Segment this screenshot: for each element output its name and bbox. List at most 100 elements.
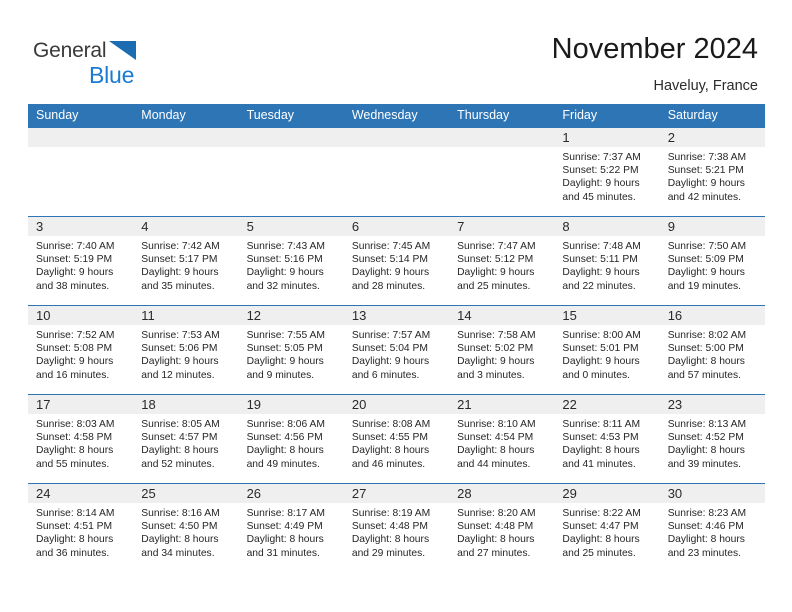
sunset-time: Sunset: 5:11 PM [562,254,638,266]
calendar-day-cell[interactable]: 25 Sunrise: 8:16 AM Sunset: 4:50 PM Dayligh… [133,483,239,573]
daylight-duration-line2: and 35 minutes. [141,280,215,292]
day-number: 17 [28,395,134,414]
sunrise-time: Sunrise: 8:06 AM [246,419,325,430]
daylight-duration-line1: Daylight: 9 hours [667,267,745,279]
day-details: Sunrise: 7:47 AM Sunset: 5:12 PM Daylight:… [449,236,554,293]
day-details: Sunrise: 8:20 AM Sunset: 4:48 PM Daylight:… [449,503,554,560]
day-box: 27 Sunrise: 8:19 AM Sunset: 4:48 PM Dayligh… [343,484,450,572]
brand-logo[interactable]: General Blue [33,38,253,90]
daylight-duration-line1: Daylight: 8 hours [667,445,745,457]
calendar-day-cell[interactable]: 16 Sunrise: 8:02 AM Sunset: 5:00 PM Dayligh… [659,305,765,395]
day-number: 23 [659,395,765,414]
day-number: 19 [238,395,344,414]
calendar-day-cell[interactable]: 30 Sunrise: 8:23 AM Sunset: 4:46 PM Dayligh… [659,483,765,573]
calendar-day-cell[interactable]: 6 Sunrise: 7:45 AM Sunset: 5:14 PM Daylight… [343,216,450,306]
calendar-day-cell-empty [28,127,134,217]
calendar-day-cell[interactable]: 18 Sunrise: 8:05 AM Sunset: 4:57 PM Dayligh… [133,394,239,484]
page-title: November 2024 [551,33,758,65]
day-box: 3 Sunrise: 7:40 AM Sunset: 5:19 PM Daylight… [28,217,134,305]
day-box: 2 Sunrise: 7:38 AM Sunset: 5:21 PM Daylight… [659,128,765,216]
calendar-day-cell[interactable]: 27 Sunrise: 8:19 AM Sunset: 4:48 PM Dayligh… [343,483,450,573]
daylight-duration-line1: Daylight: 8 hours [351,445,430,457]
day-box: 14 Sunrise: 7:58 AM Sunset: 5:02 PM Dayligh… [449,306,555,394]
day-details: Sunrise: 8:13 AM Sunset: 4:52 PM Daylight:… [660,414,765,471]
daylight-duration-line2: and 25 minutes. [457,280,531,292]
day-details: Sunrise: 7:53 AM Sunset: 5:06 PM Daylight:… [133,325,238,382]
daylight-duration-line1: Daylight: 9 hours [141,356,219,368]
calendar-day-cell[interactable]: 1 Sunrise: 7:37 AM Sunset: 5:22 PM Daylight… [554,127,660,217]
day-details: Sunrise: 7:45 AM Sunset: 5:14 PM Daylight:… [344,236,449,293]
day-box: 1 Sunrise: 7:37 AM Sunset: 5:22 PM Daylight… [554,128,660,216]
day-number: 15 [554,306,660,325]
calendar-day-cell[interactable]: 17 Sunrise: 8:03 AM Sunset: 4:58 PM Dayligh… [28,394,134,484]
sunset-time: Sunset: 4:51 PM [36,521,113,533]
daylight-duration-line2: and 25 minutes. [562,547,636,559]
sunset-time: Sunset: 5:06 PM [141,343,218,355]
daylight-duration-line1: Daylight: 8 hours [36,445,114,457]
calendar-day-cell[interactable]: 21 Sunrise: 8:10 AM Sunset: 4:54 PM Dayligh… [449,394,555,484]
sunrise-time: Sunrise: 8:13 AM [667,419,747,430]
calendar-day-cell[interactable]: 19 Sunrise: 8:06 AM Sunset: 4:56 PM Dayligh… [238,394,344,484]
day-box: 9 Sunrise: 7:50 AM Sunset: 5:09 PM Daylight… [659,217,765,305]
day-number: 13 [343,306,450,325]
daylight-duration-line2: and 28 minutes. [351,280,426,292]
daylight-duration-line1: Daylight: 8 hours [562,445,640,457]
calendar-day-cell[interactable]: 23 Sunrise: 8:13 AM Sunset: 4:52 PM Dayligh… [659,394,765,484]
calendar-day-cell[interactable]: 11 Sunrise: 7:53 AM Sunset: 5:06 PM Dayligh… [133,305,239,395]
sunrise-time: Sunrise: 8:02 AM [667,330,747,341]
calendar-day-cell[interactable]: 28 Sunrise: 8:20 AM Sunset: 4:48 PM Dayligh… [449,483,555,573]
sunrise-time: Sunrise: 7:37 AM [562,152,641,163]
day-details: Sunrise: 7:48 AM Sunset: 5:11 PM Daylight:… [554,236,659,293]
calendar-day-cell[interactable]: 24 Sunrise: 8:14 AM Sunset: 4:51 PM Dayligh… [28,483,134,573]
daylight-duration-line2: and 42 minutes. [667,191,741,203]
day-details: Sunrise: 7:43 AM Sunset: 5:16 PM Daylight:… [239,236,344,293]
calendar-day-cell[interactable]: 3 Sunrise: 7:40 AM Sunset: 5:19 PM Daylight… [28,216,134,306]
day-number: 21 [449,395,555,414]
sunset-time: Sunset: 5:22 PM [562,165,639,177]
calendar-day-cell[interactable]: 15 Sunrise: 8:00 AM Sunset: 5:01 PM Dayligh… [554,305,660,395]
daylight-duration-line2: and 9 minutes. [246,369,315,381]
daylight-duration-line2: and 57 minutes. [667,369,741,381]
sunrise-time: Sunrise: 7:42 AM [141,241,220,252]
sunrise-time: Sunrise: 7:43 AM [246,241,325,252]
sunrise-time: Sunrise: 7:57 AM [351,330,431,341]
sunrise-time: Sunrise: 8:17 AM [246,508,325,519]
calendar-day-cell[interactable]: 7 Sunrise: 7:47 AM Sunset: 5:12 PM Daylight… [449,216,555,306]
calendar-day-cell[interactable]: 9 Sunrise: 7:50 AM Sunset: 5:09 PM Daylight… [659,216,765,306]
day-details: Sunrise: 8:16 AM Sunset: 4:50 PM Daylight:… [133,503,238,560]
sunset-time: Sunset: 5:09 PM [667,254,744,266]
day-box: 19 Sunrise: 8:06 AM Sunset: 4:56 PM Dayligh… [238,395,344,483]
day-number: 27 [343,484,450,503]
day-box [133,128,239,216]
calendar-day-cell[interactable]: 20 Sunrise: 8:08 AM Sunset: 4:55 PM Dayligh… [343,394,450,484]
day-number: 18 [133,395,239,414]
sunset-time: Sunset: 5:14 PM [351,254,428,266]
calendar-day-cell[interactable]: 12 Sunrise: 7:55 AM Sunset: 5:05 PM Dayligh… [238,305,344,395]
daylight-duration-line1: Daylight: 8 hours [457,445,535,457]
calendar-day-cell[interactable]: 8 Sunrise: 7:48 AM Sunset: 5:11 PM Daylight… [554,216,660,306]
day-box: 29 Sunrise: 8:22 AM Sunset: 4:47 PM Dayligh… [554,484,660,572]
sunset-time: Sunset: 4:55 PM [351,432,428,444]
page-header: General Blue November 2024 Haveluy, Fran… [0,0,792,104]
daylight-duration-line2: and 38 minutes. [36,280,110,292]
daylight-duration-line2: and 32 minutes. [246,280,320,292]
day-number: 6 [343,217,450,236]
calendar-day-cell[interactable]: 29 Sunrise: 8:22 AM Sunset: 4:47 PM Dayligh… [554,483,660,573]
calendar-day-cell[interactable]: 13 Sunrise: 7:57 AM Sunset: 5:04 PM Dayligh… [343,305,450,395]
day-details: Sunrise: 8:06 AM Sunset: 4:56 PM Daylight:… [239,414,344,471]
calendar-day-cell[interactable]: 4 Sunrise: 7:42 AM Sunset: 5:17 PM Daylight… [133,216,239,306]
day-details: Sunrise: 7:52 AM Sunset: 5:08 PM Daylight:… [28,325,133,382]
day-details: Sunrise: 8:19 AM Sunset: 4:48 PM Daylight:… [344,503,449,560]
daylight-duration-line2: and 6 minutes. [351,369,420,381]
calendar-day-cell[interactable]: 5 Sunrise: 7:43 AM Sunset: 5:16 PM Daylight… [238,216,344,306]
day-box: 15 Sunrise: 8:00 AM Sunset: 5:01 PM Dayligh… [554,306,660,394]
daylight-duration-line1: Daylight: 9 hours [457,356,535,368]
calendar-day-cell[interactable]: 22 Sunrise: 8:11 AM Sunset: 4:53 PM Dayligh… [554,394,660,484]
sunset-time: Sunset: 5:02 PM [457,343,534,355]
calendar-day-cell[interactable]: 14 Sunrise: 7:58 AM Sunset: 5:02 PM Dayligh… [449,305,555,395]
sunrise-time: Sunrise: 8:00 AM [562,330,641,341]
day-number [343,128,450,147]
calendar-day-cell[interactable]: 2 Sunrise: 7:38 AM Sunset: 5:21 PM Daylight… [659,127,765,217]
calendar-day-cell[interactable]: 26 Sunrise: 8:17 AM Sunset: 4:49 PM Dayligh… [238,483,344,573]
calendar-day-cell[interactable]: 10 Sunrise: 7:52 AM Sunset: 5:08 PM Dayligh… [28,305,134,395]
